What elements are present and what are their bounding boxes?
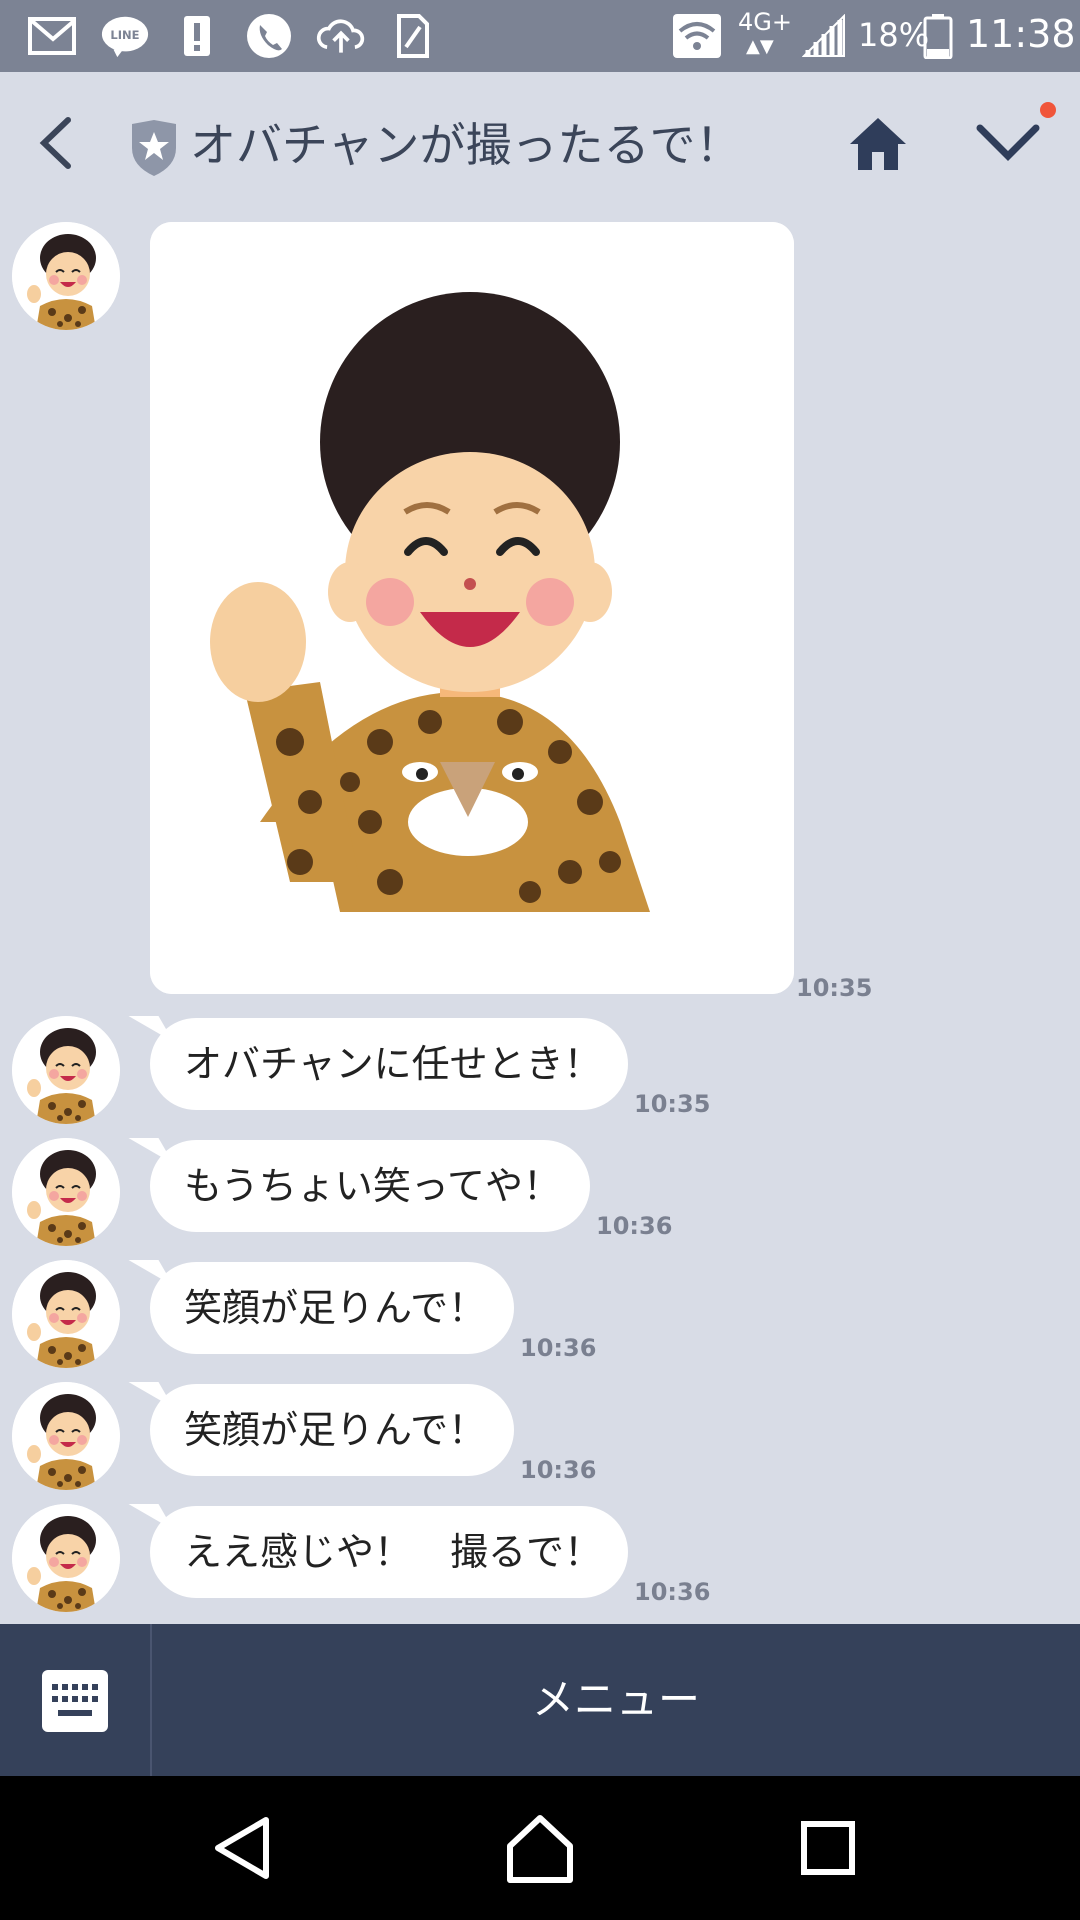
notification-dot [1040,102,1056,118]
status-bar: LINE 4G+ ▲▼ 18% 11:38 [0,0,1080,72]
chevron-down-button[interactable] [972,108,1044,178]
text-message[interactable]: 笑顔が足りんで！ [150,1384,514,1476]
phone-icon [244,12,294,60]
alert-icon [172,12,222,60]
message-time: 10:36 [596,1212,673,1240]
text-message[interactable]: オバチャンに任せとき！ [150,1018,628,1110]
clock: 11:38 [966,12,1076,56]
message-time: 10:36 [520,1456,597,1484]
line-icon: LINE [100,12,150,60]
nav-recents-button[interactable] [788,1808,868,1888]
message-time: 10:35 [796,974,873,1002]
data-arrows: ▲▼ [746,36,774,57]
gmail-icon [28,12,78,60]
obachan-illustration [150,222,794,994]
image-message[interactable] [150,222,794,994]
battery-percent: 18% [858,16,930,54]
system-nav-bar [0,1776,1080,1920]
cloud-upload-icon [316,12,366,60]
avatar[interactable] [12,1016,120,1124]
message-time: 10:36 [634,1578,711,1606]
nav-home-button[interactable] [500,1808,580,1888]
avatar[interactable] [12,1138,120,1246]
text-message[interactable]: 笑顔が足りんで！ [150,1262,514,1354]
network-type: 4G+ [738,8,792,36]
back-button[interactable] [28,108,88,178]
rich-menu-bar: メニュー [0,1624,1080,1776]
signal-icon [800,12,850,60]
home-button[interactable] [846,108,910,178]
avatar[interactable] [12,1382,120,1490]
avatar[interactable] [12,1260,120,1368]
svg-text:LINE: LINE [110,28,139,42]
wifi-icon [672,12,722,60]
menu-button[interactable]: メニュー [152,1624,1080,1776]
message-time: 10:36 [520,1334,597,1362]
battery-icon [920,12,956,60]
keyboard-toggle-button[interactable] [0,1624,152,1776]
nav-back-button[interactable] [204,1808,284,1888]
message-time: 10:35 [634,1090,711,1118]
shield-star-icon [128,118,180,178]
keyboard-icon [42,1670,108,1732]
chat-header: オバチャンが撮ったるで！ [0,72,1080,212]
text-message[interactable]: ええ感じや！ 撮るで！ [150,1506,628,1598]
chat-title: オバチャンが撮ったるで！ [190,118,742,172]
sim-icon [388,12,438,60]
avatar[interactable] [12,222,120,330]
avatar[interactable] [12,1504,120,1612]
text-message[interactable]: もうちょい笑ってや！ [150,1140,590,1232]
